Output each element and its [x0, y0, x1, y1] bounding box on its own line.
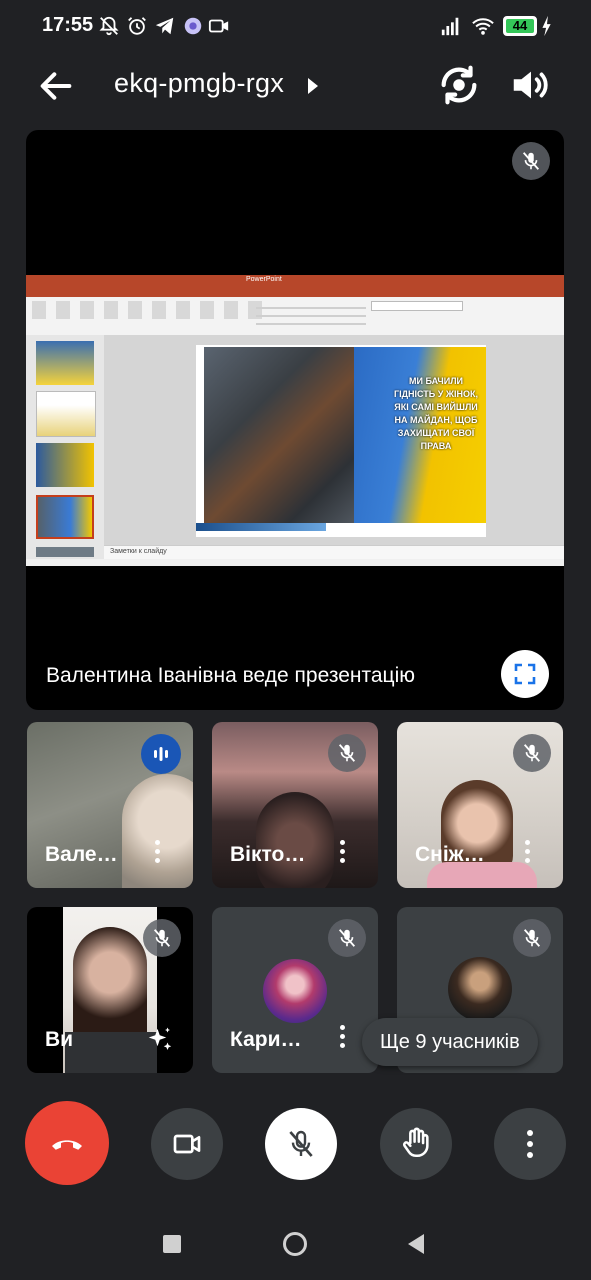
status-bar: 17:55 44 [0, 0, 591, 56]
mic-off-indicator [512, 142, 550, 180]
participant-options-icon[interactable] [154, 840, 160, 864]
battery-icon: 44 [503, 16, 537, 36]
mic-off-indicator [513, 919, 551, 957]
mic-off-icon [153, 929, 171, 947]
wifi-icon [472, 18, 494, 35]
mic-off-indicator [328, 734, 366, 772]
participant-name: Сніж… [415, 843, 485, 866]
shared-screen: PowerPoint МИ БАЧИЛИ ГІДНІСТЬ У ЖІНОК, Я… [26, 275, 564, 566]
audio-wave-icon [154, 747, 168, 761]
switch-camera-icon[interactable] [436, 62, 482, 108]
ribbon-tabs [26, 288, 564, 297]
mic-off-icon [289, 1130, 313, 1157]
mic-off-indicator [143, 919, 181, 957]
fullscreen-icon [514, 663, 536, 685]
video-icon [208, 19, 229, 33]
hand-icon [402, 1127, 429, 1158]
app-title: PowerPoint [246, 276, 282, 283]
participant-options-icon[interactable] [339, 1025, 345, 1049]
notes-placeholder: Заметки к слайду [110, 548, 167, 555]
participant-tile-self[interactable]: Ви [27, 907, 193, 1073]
bell-off-icon [99, 16, 119, 36]
status-time: 17:55 [42, 14, 94, 36]
participant-tile[interactable]: Сніж… [397, 722, 563, 888]
mic-off-indicator [328, 919, 366, 957]
back-arrow-icon[interactable] [36, 66, 76, 106]
slide-thumbnails [26, 335, 104, 559]
phone-hangup-icon [52, 1140, 82, 1150]
speaker-icon[interactable] [508, 62, 554, 108]
ppt-status-bar [26, 559, 564, 566]
home-button[interactable] [283, 1232, 307, 1256]
powerpoint-titlebar: PowerPoint [26, 275, 564, 288]
app-icon [184, 17, 202, 35]
presenter-label: Валентина Іванівна веде презентацію [46, 664, 415, 687]
notes-pane: Заметки к слайду [104, 545, 564, 560]
mic-off-icon [523, 744, 541, 762]
mic-off-icon [338, 744, 356, 762]
participant-name: Ви [45, 1028, 74, 1051]
participant-tile[interactable]: Кари… [212, 907, 378, 1073]
participant-tile[interactable]: Вікто… [212, 722, 378, 888]
mic-off-icon [522, 152, 540, 170]
participant-options-icon[interactable] [339, 840, 345, 864]
more-options-button[interactable] [494, 1108, 566, 1180]
effects-sparkle-icon[interactable] [145, 1025, 175, 1055]
current-slide: МИ БАЧИЛИ ГІДНІСТЬ У ЖІНОК, ЯКІ САМІ ВИЙ… [196, 345, 486, 537]
end-call-button[interactable] [25, 1101, 109, 1185]
ribbon [26, 297, 564, 336]
mic-off-icon [523, 929, 541, 947]
meeting-code[interactable]: ekq-pmgb-rgx [114, 68, 284, 99]
camera-toggle-button[interactable] [151, 1108, 223, 1180]
back-nav-button[interactable] [408, 1234, 424, 1254]
signal-icon [441, 17, 459, 36]
raise-hand-button[interactable] [380, 1108, 452, 1180]
battery-level: 44 [512, 18, 528, 33]
mic-off-indicator [513, 734, 551, 772]
charging-icon [542, 15, 551, 37]
participant-name: Кари… [230, 1028, 302, 1051]
slide-text: МИ БАЧИЛИ ГІДНІСТЬ У ЖІНОК, ЯКІ САМІ ВИЙ… [394, 376, 478, 451]
alarm-icon [128, 17, 146, 35]
speaking-indicator [141, 734, 181, 774]
meeting-details-chevron-icon[interactable] [308, 78, 318, 94]
mic-off-icon [338, 929, 356, 947]
more-vert-icon [527, 1130, 533, 1158]
participant-name: Вале… [45, 843, 118, 866]
video-camera-icon [173, 1134, 201, 1154]
presentation-tile[interactable]: PowerPoint МИ БАЧИЛИ ГІДНІСТЬ У ЖІНОК, Я… [26, 130, 564, 710]
mic-toggle-button[interactable] [265, 1108, 337, 1180]
more-participants-button[interactable]: Ще 9 учасників [362, 1018, 538, 1066]
telegram-icon [155, 17, 174, 35]
fullscreen-button[interactable] [501, 650, 549, 698]
avatar [263, 959, 327, 1023]
participant-name: Вікто… [230, 843, 306, 866]
participant-tile[interactable]: Вале… [27, 722, 193, 888]
participant-options-icon[interactable] [524, 840, 530, 864]
recents-button[interactable] [163, 1235, 181, 1253]
avatar [448, 957, 512, 1021]
